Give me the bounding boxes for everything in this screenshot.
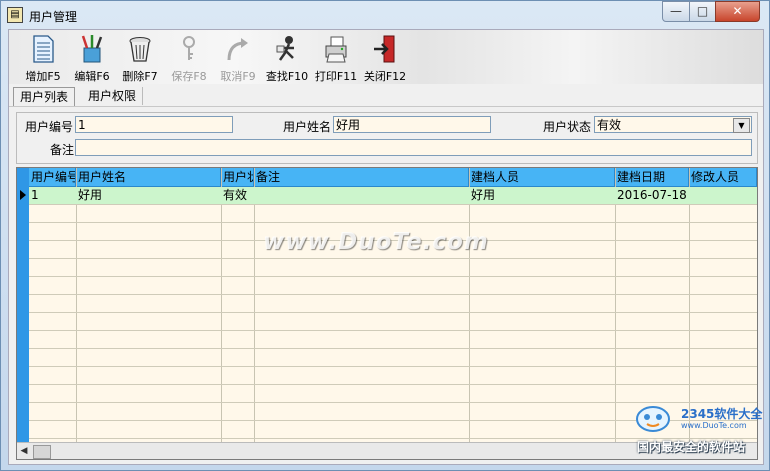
mascot-logo-icon	[636, 406, 670, 432]
document-add-icon	[33, 35, 54, 63]
remark-label: 备注	[50, 143, 75, 157]
chevron-down-icon[interactable]: ▼	[733, 118, 750, 133]
cell-create-date: 2016-07-18	[617, 188, 687, 202]
brand-url: www.DuoTe.com	[681, 421, 747, 430]
brand-name: 2345软件大全	[681, 407, 763, 421]
app-icon: ▤	[7, 7, 23, 23]
empty-row[interactable]	[29, 259, 757, 277]
column-header-user-status[interactable]: 用户状	[221, 168, 254, 186]
column-header-user-name[interactable]: 用户姓名	[76, 168, 221, 186]
column-header-creator[interactable]: 建档人员	[469, 168, 615, 186]
user-id-field[interactable]: 1	[75, 116, 233, 133]
empty-row[interactable]	[29, 205, 757, 223]
print-button[interactable]: 打印F11	[312, 34, 360, 84]
user-status-value: 有效	[597, 118, 622, 132]
user-status-label: 用户状态	[543, 120, 592, 134]
column-header-create-date[interactable]: 建档日期	[615, 168, 689, 186]
tab-bar: 用户列表 用户权限	[9, 84, 763, 107]
window-title: 用户管理	[29, 10, 78, 24]
tab-user-list[interactable]: 用户列表	[13, 87, 76, 106]
empty-row[interactable]	[29, 349, 757, 367]
row-header-column	[17, 168, 29, 442]
user-name-label: 用户姓名	[283, 120, 332, 134]
printer-icon	[325, 36, 347, 63]
cell-user-name: 好用	[78, 188, 103, 202]
find-person-icon	[276, 36, 294, 61]
user-form: 用户编号 1 用户姓名 好用 用户状态 有效 ▼ 备注	[16, 112, 758, 164]
grid-header: 用户编号 用户姓名 用户状 备注 建档人员 建档日期 修改人员	[29, 168, 757, 187]
column-header-modifier[interactable]: 修改人员	[689, 168, 757, 186]
cell-remark	[254, 187, 469, 204]
cell-creator: 好用	[471, 188, 496, 202]
title-bar[interactable]: ▤ 用户管理 — □ ✕	[1, 1, 769, 29]
add-button[interactable]: 增加F5	[19, 34, 67, 84]
edit-pens-icon	[81, 35, 103, 63]
save-button[interactable]: 保存F8	[165, 34, 213, 84]
cancel-button[interactable]: 取消F9	[214, 34, 262, 84]
app-window: ▤ 用户管理 — □ ✕ 增加F5 编辑F6 删除F7 保存F8 取消F9 查找…	[0, 0, 770, 471]
scroll-left-icon[interactable]: ◀	[17, 443, 31, 459]
close-button-label: 关闭F12	[363, 70, 407, 83]
user-status-select[interactable]: 有效 ▼	[594, 116, 752, 133]
undo-arrow-icon	[227, 38, 248, 61]
cell-user-status: 有效	[223, 188, 248, 202]
find-button[interactable]: 查找F10	[263, 34, 311, 84]
cell-user-id: 1	[31, 188, 39, 202]
user-name-field[interactable]: 好用	[333, 116, 491, 133]
column-header-user-id[interactable]: 用户编号	[29, 168, 76, 186]
current-row-pointer-icon	[20, 190, 26, 200]
brand-tagline: 国内最安全的软件站	[637, 440, 746, 454]
maximize-button[interactable]: □	[689, 1, 716, 22]
empty-row[interactable]	[29, 331, 757, 349]
user-id-label: 用户编号	[25, 120, 74, 134]
empty-row[interactable]	[29, 277, 757, 295]
close-window-button[interactable]: ✕	[715, 1, 760, 22]
table-row[interactable]: 1 好用 有效 好用 2016-07-18	[29, 187, 757, 205]
close-button[interactable]: 关闭F12	[361, 34, 409, 84]
column-header-remark[interactable]: 备注	[254, 168, 469, 186]
trash-can-icon	[129, 37, 151, 62]
exit-door-icon	[374, 35, 395, 63]
remark-field[interactable]	[75, 139, 752, 156]
empty-row[interactable]	[29, 295, 757, 313]
empty-row[interactable]	[29, 313, 757, 331]
tab-user-permissions[interactable]: 用户权限	[82, 87, 144, 105]
toolbar: 增加F5 编辑F6 删除F7 保存F8 取消F9 查找F10 打印F11 关闭F…	[9, 30, 763, 84]
minimize-button[interactable]: —	[662, 1, 690, 22]
cell-modifier	[689, 187, 757, 204]
delete-button[interactable]: 删除F7	[116, 34, 164, 84]
empty-row[interactable]	[29, 367, 757, 385]
edit-button[interactable]: 编辑F6	[68, 34, 116, 84]
watermark-text: www.DuoTe.com	[263, 229, 489, 255]
save-keyhole-icon	[183, 36, 195, 60]
scrollbar-thumb[interactable]	[33, 445, 51, 459]
